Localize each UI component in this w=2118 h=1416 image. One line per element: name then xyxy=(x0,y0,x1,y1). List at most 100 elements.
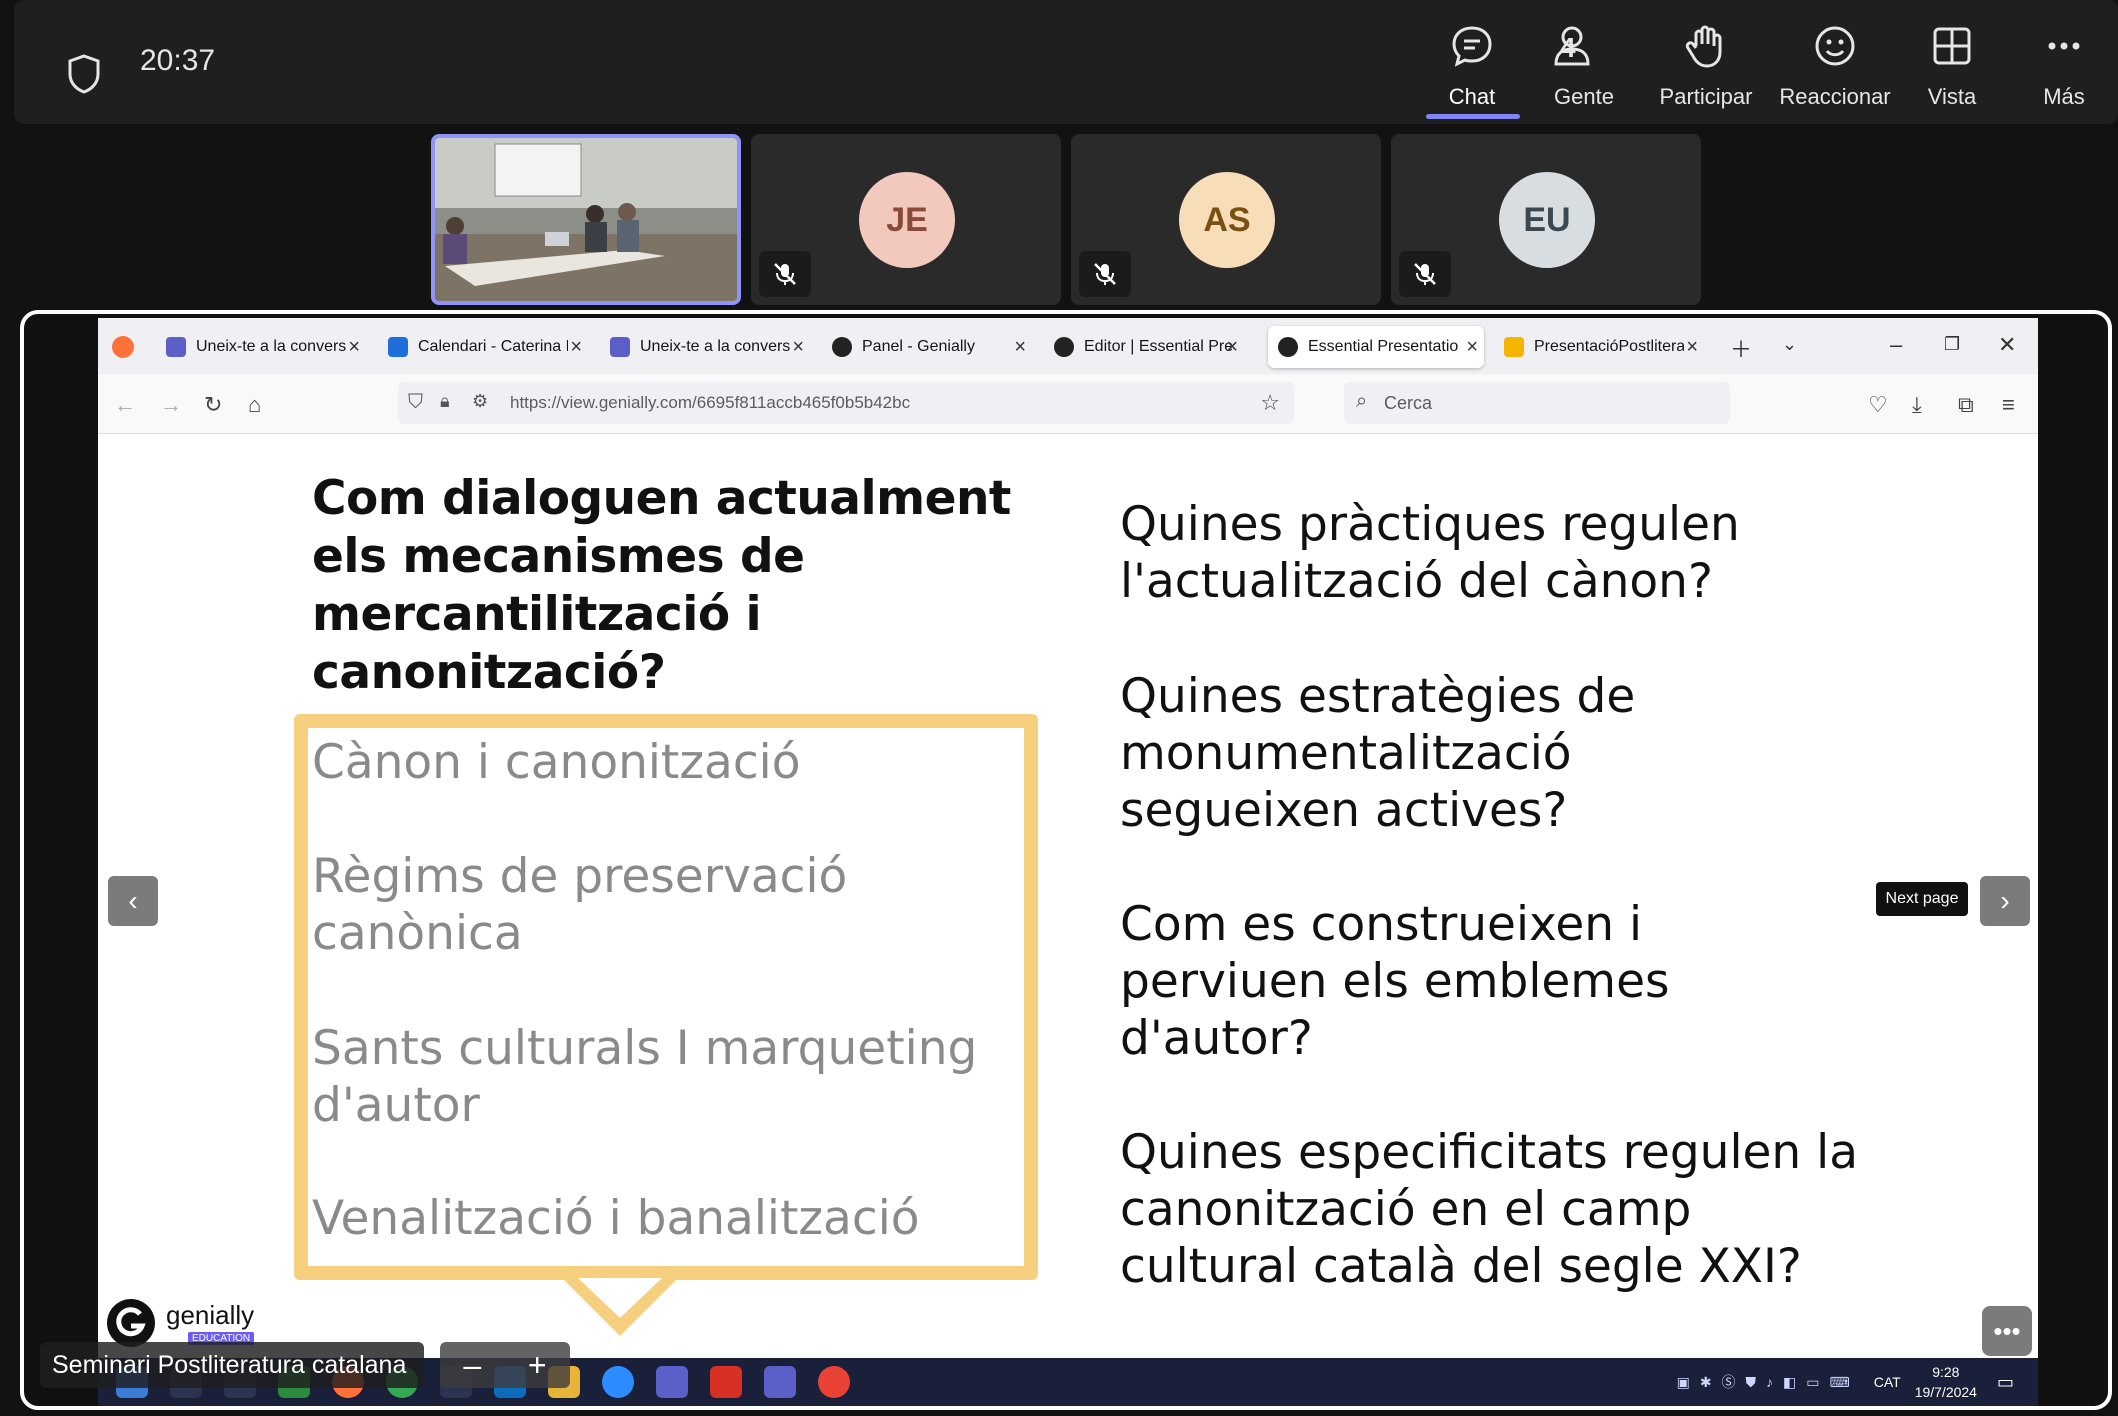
genially-icon xyxy=(832,337,852,357)
close-icon[interactable]: × xyxy=(1014,336,1026,359)
teams-new-icon[interactable] xyxy=(764,1366,796,1398)
browser-window: Uneix-te a la conversa × Calendari - Cate… xyxy=(98,318,2038,1406)
url-text[interactable]: https://view.genially.com/6695f811accb46… xyxy=(510,393,910,413)
avatar: AS xyxy=(1179,172,1275,268)
chrome-icon[interactable] xyxy=(818,1366,850,1398)
restore-icon[interactable]: ❐ xyxy=(1944,334,1960,355)
close-window-icon[interactable]: ✕ xyxy=(1998,332,2016,358)
download-icon[interactable]: ⤓ xyxy=(1912,392,1922,418)
chevron-left-icon: ‹ xyxy=(128,885,138,916)
topic-item: Règims de preservació canònica xyxy=(312,849,848,961)
slide-title: Com dialoguen actualment els mecanismes … xyxy=(312,471,1011,700)
zoom-controls[interactable]: – + xyxy=(440,1342,570,1388)
tab-label: Uneix-te a la conversa xyxy=(640,338,790,355)
search-box[interactable]: ⌕ Cerca xyxy=(1344,382,1730,424)
calendar-icon xyxy=(388,337,408,357)
next-page-button[interactable]: › xyxy=(1980,876,2030,926)
language-indicator[interactable]: CAT xyxy=(1874,1374,1901,1390)
mic-muted-icon xyxy=(1399,251,1451,297)
meeting-toolbar: 20:37 Chat Gente 4 Participar Reaccionar… xyxy=(14,0,2118,124)
view-button[interactable]: Vista xyxy=(1912,22,1992,118)
close-icon[interactable]: × xyxy=(1226,336,1238,359)
close-icon[interactable]: × xyxy=(348,336,360,359)
chat-button[interactable]: Chat xyxy=(1432,22,1512,118)
tray-clock[interactable]: 9:28 19/7/2024 xyxy=(1915,1362,1977,1402)
react-label: Reaccionar xyxy=(1779,84,1891,109)
chat-label: Chat xyxy=(1448,84,1496,109)
menu-icon[interactable]: ≡ xyxy=(2002,392,2015,418)
grid-icon xyxy=(1933,27,1971,65)
reload-icon[interactable]: ↻ xyxy=(204,392,222,418)
tab-6-active[interactable]: Essential Presentation × xyxy=(1268,326,1484,368)
bookmark-star-icon[interactable]: ☆ xyxy=(1260,390,1280,416)
react-button[interactable]: Reaccionar xyxy=(1770,22,1900,118)
participant-tile-as[interactable]: AS xyxy=(1071,134,1381,305)
mic-muted-icon xyxy=(759,251,811,297)
home-icon[interactable]: ⌂ xyxy=(248,392,261,418)
question-item: Quines estratègies de monumentalització … xyxy=(1120,669,1636,838)
room-video-image xyxy=(435,138,737,301)
more-icon: ••• xyxy=(1993,1315,2021,1346)
tab-4[interactable]: Panel - Genially × xyxy=(822,326,1032,368)
more-button[interactable]: Más xyxy=(2024,22,2104,118)
tab-5[interactable]: Editor | Essential Prese × xyxy=(1044,326,1244,368)
url-path: /6695f811accb465f0b5b42bc xyxy=(692,393,911,412)
plus-icon[interactable]: + xyxy=(528,1347,547,1384)
tray-date: 19/7/2024 xyxy=(1914,1384,1977,1400)
mic-muted-icon xyxy=(1079,251,1131,297)
tab-1[interactable]: Uneix-te a la conversa × xyxy=(156,326,366,368)
raise-hand-button[interactable]: Participar xyxy=(1646,22,1766,118)
tracking-shield-icon[interactable]: ⛉ xyxy=(408,391,423,414)
tab-7[interactable]: PresentacióPostliteratu × xyxy=(1494,326,1704,368)
notifications-icon[interactable]: ▭ xyxy=(1997,1372,2014,1393)
acrobat-icon[interactable] xyxy=(710,1366,742,1398)
genially-icon xyxy=(1278,337,1298,357)
minimize-icon[interactable]: – xyxy=(1890,332,1902,358)
people-button[interactable]: Gente xyxy=(1544,22,1624,118)
tab-2[interactable]: Calendari - Caterina M × xyxy=(378,326,588,368)
teams-icon[interactable] xyxy=(656,1366,688,1398)
close-icon[interactable]: × xyxy=(1466,336,1478,359)
question-item: Quines especificitats regulen la canonit… xyxy=(1120,1125,1859,1294)
chevron-down-icon[interactable]: ⌄ xyxy=(1782,334,1797,355)
close-icon[interactable]: × xyxy=(570,336,582,359)
pocket-icon[interactable]: ♡ xyxy=(1868,392,1888,418)
next-page-tooltip: Next page xyxy=(1876,882,1968,916)
new-tab-icon[interactable]: ＋ xyxy=(1730,332,1752,364)
participant-video-tile[interactable] xyxy=(431,134,741,305)
zoom-icon[interactable] xyxy=(602,1366,634,1398)
extensions-icon[interactable]: ⧉ xyxy=(1958,392,1974,418)
tab-label: PresentacióPostliteratu xyxy=(1534,338,1684,355)
topic-item: Venalització i banalització xyxy=(312,1191,920,1246)
meeting-timer: 20:37 xyxy=(140,44,216,77)
tray-time: 9:28 xyxy=(1932,1364,1960,1380)
tab-3[interactable]: Uneix-te a la conversa × xyxy=(600,326,810,368)
avatar: JE xyxy=(859,172,955,268)
participant-tile-eu[interactable]: EU xyxy=(1391,134,1701,305)
forward-icon[interactable]: → xyxy=(160,392,182,418)
lock-icon[interactable]: 🔒︎ xyxy=(440,391,450,412)
previous-page-button[interactable]: ‹ xyxy=(108,876,158,926)
nav-bar: ← → ↻ ⌂ ⛉ 🔒︎ ⚙ https://view.genially.com… xyxy=(98,374,2038,434)
close-icon[interactable]: × xyxy=(792,336,804,359)
tab-label: Panel - Genially xyxy=(862,338,975,355)
minus-icon[interactable]: – xyxy=(463,1347,481,1384)
speech-bubble-tail-inner xyxy=(578,1278,662,1318)
slide-options-button[interactable]: ••• xyxy=(1982,1306,2032,1356)
participant-tile-je[interactable]: JE xyxy=(751,134,1061,305)
permissions-icon[interactable]: ⚙ xyxy=(472,391,488,412)
people-label: Gente xyxy=(1554,84,1614,109)
avatar: EU xyxy=(1499,172,1595,268)
chevron-right-icon: › xyxy=(2000,885,2010,916)
meeting-title-overlay: Seminari Postliteratura catalana xyxy=(40,1342,424,1388)
firefox-icon[interactable] xyxy=(112,336,134,358)
chat-icon xyxy=(1452,26,1492,67)
tray-icons[interactable]: ▣✱Ⓢ⛊♪◧▭⌨ xyxy=(1677,1372,1860,1392)
raise-hand-icon xyxy=(1685,25,1722,68)
genially-icon xyxy=(1054,337,1074,357)
back-icon[interactable]: ← xyxy=(114,392,136,418)
close-icon[interactable]: × xyxy=(1686,336,1698,359)
address-bar[interactable]: ⛉ 🔒︎ ⚙ https://view.genially.com/6695f81… xyxy=(398,382,1294,424)
system-tray: ▣✱Ⓢ⛊♪◧▭⌨ CAT 9:28 19/7/2024 ▭ xyxy=(1677,1358,2014,1406)
question-item: Com es construeixen i perviuen els emble… xyxy=(1120,897,1670,1066)
